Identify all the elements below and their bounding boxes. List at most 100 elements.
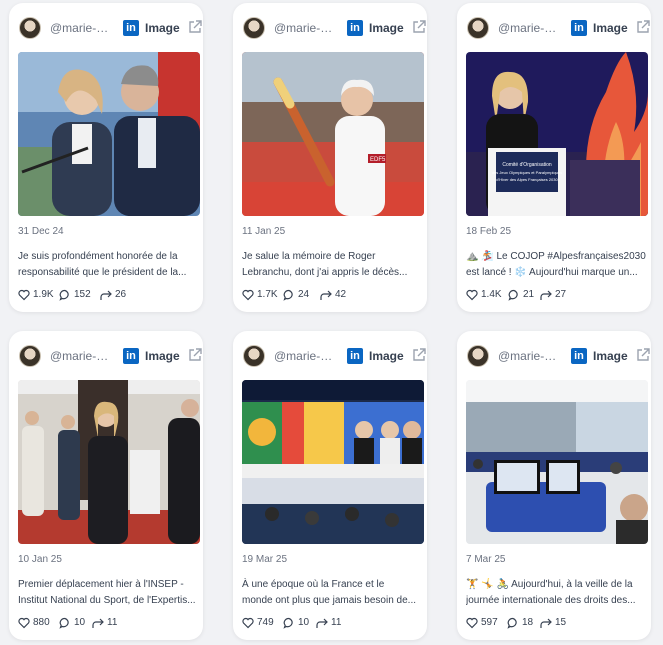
post-type-label: Image xyxy=(369,21,404,35)
post-date: 31 Dec 24 xyxy=(18,226,64,237)
heart-icon xyxy=(18,617,30,629)
post-text-line: monde ont plus que jamais besoin de... xyxy=(242,595,416,606)
shares-count: 11 xyxy=(107,617,118,628)
share-icon xyxy=(100,290,112,300)
share-icon xyxy=(316,618,328,628)
avatar[interactable] xyxy=(19,17,41,39)
heart-icon xyxy=(242,289,254,301)
post-text[interactable]: À une époque où la France et le monde on… xyxy=(242,577,422,609)
post-type-label: Image xyxy=(593,21,628,35)
lectern-text: des Jeux Olympiques et Paralympiques xyxy=(492,170,562,175)
likes-count: 1.9K xyxy=(33,289,54,300)
jersey-text: EDF5 xyxy=(370,157,386,163)
share-icon xyxy=(540,290,552,300)
external-link-icon[interactable] xyxy=(636,20,650,34)
likes-count: 597 xyxy=(481,617,498,628)
author-handle[interactable]: @marie-ba... xyxy=(274,21,335,35)
post-date: 18 Feb 25 xyxy=(466,226,512,237)
linkedin-icon: in xyxy=(571,348,587,364)
heart-icon xyxy=(466,289,478,301)
likes-count: 749 xyxy=(257,617,274,628)
comment-icon xyxy=(59,289,69,301)
post-text-line: 🏋️ 🤸 🚴 Aujourd'hui, à la veille de la xyxy=(466,579,633,590)
post-text[interactable]: Je suis profondément honorée de la respo… xyxy=(18,249,198,281)
linkedin-icon: in xyxy=(347,348,363,364)
post-image[interactable] xyxy=(242,380,424,544)
avatar[interactable] xyxy=(467,345,489,367)
heart-icon xyxy=(466,617,478,629)
shares-count: 27 xyxy=(555,289,567,300)
avatar[interactable] xyxy=(243,17,265,39)
post-text-line: Je salue la mémoire de Roger xyxy=(242,251,376,262)
post-text-line: Premier déplacement hier à l'INSEP - xyxy=(18,579,184,590)
post-card[interactable]: @marie-ba... in Image 10 Jan 25 Premier … xyxy=(9,331,203,640)
post-text[interactable]: Je salue la mémoire de Roger Lebranchu, … xyxy=(242,249,422,281)
author-handle[interactable]: @marie-ba... xyxy=(274,349,335,363)
shares-count: 11 xyxy=(331,617,342,628)
share-icon xyxy=(92,618,104,628)
post-card[interactable]: @marie-ba... in Image 19 M xyxy=(233,331,427,640)
external-link-icon[interactable] xyxy=(412,348,426,362)
post-text-line: est lancé ! ❄️ Aujourd'hui marque un... xyxy=(466,267,638,278)
post-header: @marie-ba... in Image xyxy=(243,342,426,368)
post-text[interactable]: Premier déplacement hier à l'INSEP - Ins… xyxy=(18,577,198,609)
post-type-label: Image xyxy=(145,349,180,363)
post-date: 11 Jan 25 xyxy=(242,226,286,237)
comments-count: 10 xyxy=(74,617,86,628)
comments-count: 18 xyxy=(522,617,534,628)
likes-count: 880 xyxy=(33,617,50,628)
lectern-text: d'Hiver des Alpes Françaises 2030 xyxy=(496,177,558,182)
author-handle[interactable]: @marie-ba... xyxy=(498,21,559,35)
author-handle[interactable]: @marie-ba... xyxy=(50,349,111,363)
post-card[interactable]: @marie-ba... in Image Comité d'Organisat… xyxy=(457,3,651,312)
post-type-label: Image xyxy=(369,349,404,363)
post-image[interactable] xyxy=(18,52,200,216)
comments-count: 10 xyxy=(298,617,310,628)
post-image[interactable] xyxy=(466,380,648,544)
post-header: @marie-ba... in Image xyxy=(243,14,426,40)
likes-count: 1.4K xyxy=(481,289,502,300)
external-link-icon[interactable] xyxy=(412,20,426,34)
external-link-icon[interactable] xyxy=(636,348,650,362)
post-image[interactable] xyxy=(18,380,200,544)
shares-count: 15 xyxy=(555,617,567,628)
comments-count: 152 xyxy=(74,289,91,300)
post-header: @marie-ba... in Image xyxy=(467,14,650,40)
post-type-label: Image xyxy=(593,349,628,363)
likes-count: 1.7K xyxy=(257,289,278,300)
post-text-line: journée internationale des droits des... xyxy=(466,595,636,606)
comment-icon xyxy=(507,617,517,629)
external-link-icon[interactable] xyxy=(188,348,202,362)
post-text-line: ⛰️ 🏂 Le COJOP #Alpesfrançaises2030 xyxy=(466,251,646,262)
post-text[interactable]: ⛰️ 🏂 Le COJOP #Alpesfrançaises2030 est l… xyxy=(466,249,646,281)
post-text-line: Institut National du Sport, de l'Experti… xyxy=(18,595,196,606)
share-icon xyxy=(320,290,332,300)
linkedin-icon: in xyxy=(347,20,363,36)
linkedin-icon: in xyxy=(123,20,139,36)
linkedin-icon: in xyxy=(571,20,587,36)
post-card[interactable]: @marie-ba... in Image 7 Mar 25 🏋️ 🤸 🚴 Au… xyxy=(457,331,651,640)
comment-icon xyxy=(283,617,293,629)
share-icon xyxy=(540,618,552,628)
comment-icon xyxy=(508,289,518,301)
comment-icon xyxy=(283,289,293,301)
post-header: @marie-ba... in Image xyxy=(467,342,650,368)
post-card[interactable]: @marie-ba... in Image EDF5 11 Jan 25 Je … xyxy=(233,3,427,312)
linkedin-icon: in xyxy=(123,348,139,364)
post-header: @marie-ba... in Image xyxy=(19,342,202,368)
comments-count: 21 xyxy=(523,289,535,300)
avatar[interactable] xyxy=(19,345,41,367)
author-handle[interactable]: @marie-ba... xyxy=(50,21,111,35)
post-text-line: responsabilité que le président de la... xyxy=(18,267,187,278)
avatar[interactable] xyxy=(467,17,489,39)
comment-icon xyxy=(59,617,69,629)
avatar[interactable] xyxy=(243,345,265,367)
post-image[interactable]: Comité d'Organisation des Jeux Olympique… xyxy=(466,52,648,216)
post-image[interactable]: EDF5 xyxy=(242,52,424,216)
post-text[interactable]: 🏋️ 🤸 🚴 Aujourd'hui, à la veille de la jo… xyxy=(466,577,646,609)
post-date: 10 Jan 25 xyxy=(18,554,62,565)
post-card[interactable]: @marie-ba... in Image 31 Dec 24 Je suis … xyxy=(9,3,203,312)
comments-count: 24 xyxy=(298,289,310,300)
author-handle[interactable]: @marie-ba... xyxy=(498,349,559,363)
external-link-icon[interactable] xyxy=(188,20,202,34)
